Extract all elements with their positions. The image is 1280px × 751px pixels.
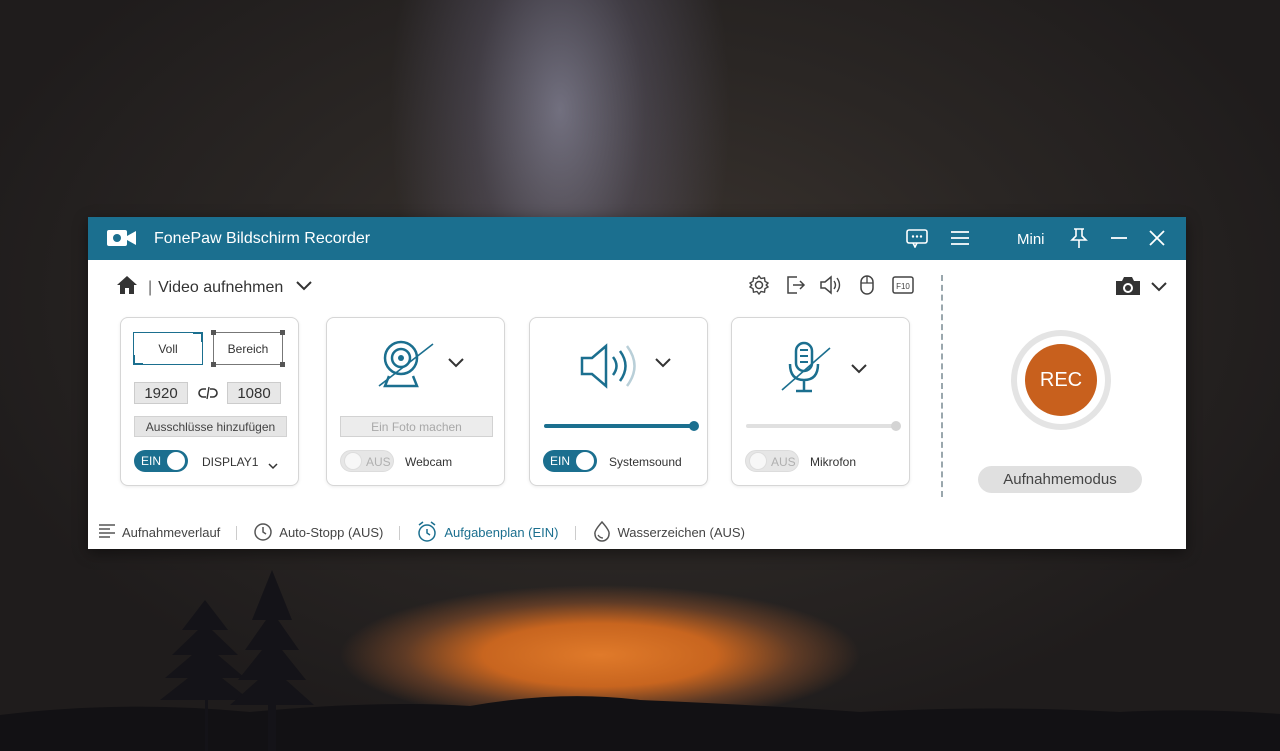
menu-icon[interactable] — [949, 226, 971, 250]
webcam-toggle[interactable]: AUS — [340, 450, 394, 472]
auto-stop-button[interactable]: Auto-Stopp (AUS) — [253, 521, 383, 544]
mic-volume-thumb[interactable] — [891, 421, 901, 431]
microphone-label: Mikrofon — [810, 455, 857, 469]
chevron-down-icon[interactable] — [1150, 280, 1168, 298]
mouse-icon[interactable] — [854, 272, 880, 298]
chevron-down-icon[interactable] — [850, 362, 868, 380]
webcam-card: Ein Foto machen AUS Webcam — [326, 317, 505, 486]
speaker-icon — [580, 342, 640, 395]
export-icon[interactable] — [782, 272, 808, 298]
list-icon — [98, 523, 116, 542]
watermark-button[interactable]: Wasserzeichen (AUS) — [592, 520, 745, 545]
history-label: Aufnahmeverlauf — [122, 525, 221, 540]
display-toggle-label: EIN — [141, 454, 162, 468]
webcam-label: Webcam — [405, 455, 453, 469]
webcam-off-icon — [375, 336, 439, 397]
microphone-toggle-label: AUS — [771, 455, 796, 469]
chevron-down-icon[interactable] — [295, 279, 313, 297]
speaker-icon[interactable] — [818, 272, 844, 298]
display-select[interactable]: DISPLAY1 — [202, 455, 258, 469]
camera-icon[interactable] — [1114, 275, 1142, 302]
mini-mode-button[interactable]: Mini — [1017, 231, 1045, 248]
system-volume-slider[interactable] — [544, 421, 699, 431]
add-exclusions-button[interactable]: Ausschlüsse hinzufügen — [134, 416, 287, 437]
settings-icon[interactable] — [746, 272, 772, 298]
system-sound-toggle-label: EIN — [550, 454, 571, 468]
system-sound-toggle[interactable]: EIN — [543, 450, 597, 472]
height-input[interactable]: 1080 — [227, 382, 281, 404]
schedule-button[interactable]: Aufgabenplan (EIN) — [416, 519, 559, 546]
app-logo-icon — [106, 227, 138, 254]
microphone-toggle[interactable]: AUS — [745, 450, 799, 472]
alarm-clock-icon — [416, 519, 438, 546]
close-icon[interactable] — [1146, 226, 1168, 250]
webcam-toggle-label: AUS — [366, 455, 391, 469]
pin-icon[interactable] — [1068, 226, 1090, 250]
bottom-bar: Aufnahmeverlauf Auto-Stopp (AUS) Aufgabe… — [98, 519, 745, 546]
system-sound-label: Systemsound — [609, 455, 682, 469]
recording-mode-button[interactable]: Aufnahmemodus — [978, 466, 1142, 493]
microphone-off-icon — [778, 340, 834, 401]
breadcrumb-separator: | — [148, 278, 153, 296]
system-sound-card: EIN Systemsound — [529, 317, 708, 486]
hotkey-text: F10 — [896, 282, 910, 291]
display-toggle[interactable]: EIN — [134, 450, 188, 472]
mic-volume-slider[interactable] — [746, 421, 901, 431]
take-photo-button[interactable]: Ein Foto machen — [340, 416, 493, 437]
full-screen-button[interactable]: Voll — [133, 332, 203, 365]
app-title: FonePaw Bildschirm Recorder — [154, 230, 371, 247]
title-bar: FonePaw Bildschirm Recorder Mini — [88, 217, 1186, 260]
minimize-icon[interactable] — [1108, 226, 1130, 250]
toolbar: F10 — [746, 272, 916, 298]
microphone-card: AUS Mikrofon — [731, 317, 910, 486]
auto-stop-label: Auto-Stopp (AUS) — [279, 525, 384, 540]
link-icon[interactable] — [198, 385, 218, 406]
full-screen-label: Voll — [158, 341, 178, 356]
width-input[interactable]: 1920 — [134, 382, 188, 404]
breadcrumb: | Video aufnehmen — [116, 275, 313, 300]
region-button[interactable]: Bereich — [211, 330, 285, 367]
schedule-label: Aufgabenplan (EIN) — [444, 525, 559, 540]
system-volume-thumb[interactable] — [689, 421, 699, 431]
mode-title[interactable]: Video aufnehmen — [158, 279, 283, 297]
screenshot-button[interactable] — [1114, 275, 1168, 302]
chevron-down-icon[interactable] — [654, 356, 672, 374]
display-card: Voll Bereich 1920 1080 Ausschlüsse hinzu… — [120, 317, 299, 486]
recorder-window: FonePaw Bildschirm Recorder Mini | Video… — [88, 217, 1186, 549]
chevron-down-icon[interactable] — [447, 356, 465, 374]
feedback-icon[interactable] — [904, 226, 930, 250]
home-icon[interactable] — [116, 275, 138, 300]
clock-icon — [253, 521, 273, 544]
water-drop-icon — [592, 520, 612, 545]
region-label: Bereich — [227, 341, 269, 356]
rec-button-ring: REC — [1011, 330, 1111, 430]
chevron-down-icon[interactable] — [267, 457, 279, 475]
rec-button[interactable]: REC — [1025, 344, 1097, 416]
panel-divider — [941, 275, 943, 497]
history-button[interactable]: Aufnahmeverlauf — [98, 523, 220, 542]
hotkey-icon[interactable]: F10 — [890, 272, 916, 298]
watermark-label: Wasserzeichen (AUS) — [617, 525, 745, 540]
